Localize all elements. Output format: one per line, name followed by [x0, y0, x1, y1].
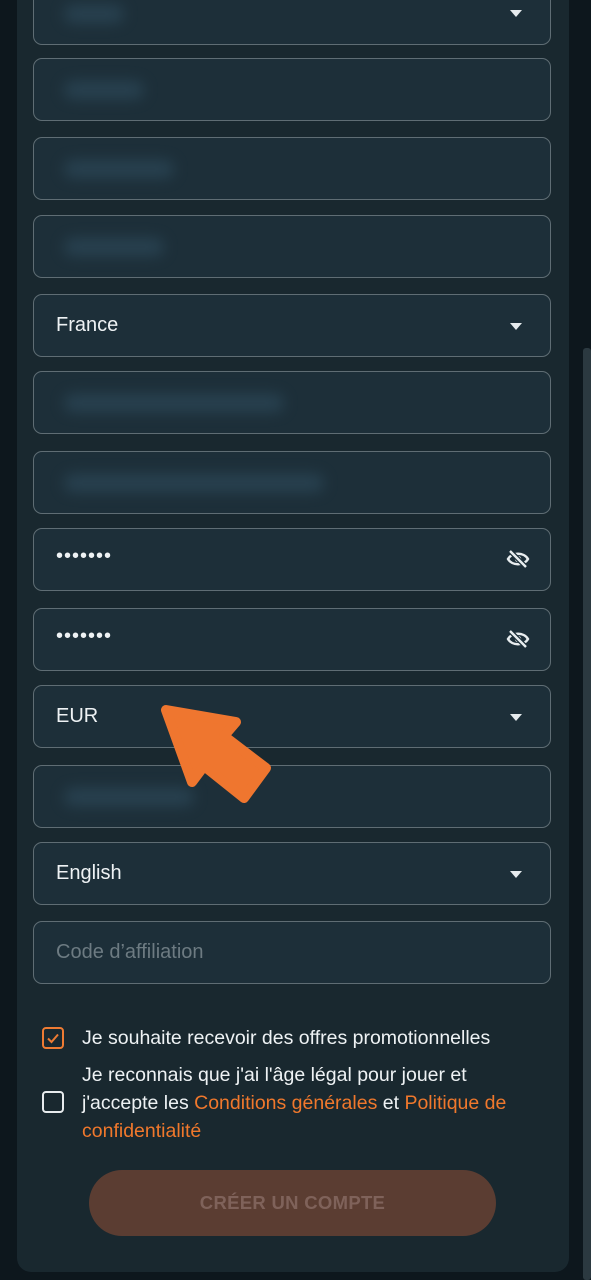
input-field-blurred-6[interactable]: [33, 765, 551, 828]
chevron-down-icon: [510, 714, 522, 721]
affiliate-placeholder: Code d’affiliation: [56, 941, 204, 963]
privacy-link-part1[interactable]: Politique de: [404, 1092, 506, 1114]
currency-value: EUR: [56, 705, 99, 727]
input-field-blurred-1[interactable]: [33, 58, 551, 121]
country-value: France: [56, 314, 119, 336]
legal-label: Je reconnais que j'ai l'âge légal pour j…: [82, 1061, 552, 1145]
country-select[interactable]: France: [33, 294, 551, 357]
promo-label: Je souhaite recevoir des offres promotio…: [82, 1027, 491, 1049]
password-field[interactable]: •••••••: [33, 528, 551, 591]
arrow-pointer-icon: [161, 705, 271, 803]
input-field-blurred-3[interactable]: [33, 215, 551, 278]
legal-and: et: [377, 1092, 405, 1114]
terms-link[interactable]: Conditions générales: [194, 1092, 377, 1114]
input-field-blurred-5[interactable]: [33, 451, 551, 514]
affiliate-code-input[interactable]: Code d’affiliation: [33, 921, 551, 984]
language-select[interactable]: English: [33, 842, 551, 905]
password-confirm-field[interactable]: •••••••: [33, 608, 551, 671]
password-value: •••••••: [56, 545, 113, 567]
language-value: English: [56, 862, 122, 884]
chevron-down-icon: [510, 10, 522, 17]
blurred-value: [64, 81, 144, 99]
blurred-value: [64, 160, 174, 178]
blurred-value: [64, 238, 164, 256]
blurred-value: [64, 474, 324, 492]
legal-prefix: j'accepte les: [82, 1092, 195, 1114]
privacy-link-part2[interactable]: confidentialité: [82, 1120, 201, 1142]
legal-checkbox[interactable]: [42, 1091, 64, 1113]
password-confirm-value: •••••••: [56, 625, 113, 647]
legal-line1: Je reconnais que j'ai l'âge légal pour j…: [82, 1064, 467, 1086]
eye-slash-icon[interactable]: [506, 548, 530, 570]
currency-select[interactable]: EUR: [33, 685, 551, 748]
select-field-top[interactable]: [33, 0, 551, 45]
blurred-value: [64, 394, 284, 412]
input-field-blurred-2[interactable]: [33, 137, 551, 200]
chevron-down-icon: [510, 871, 522, 878]
input-field-blurred-4[interactable]: [33, 371, 551, 434]
check-icon: [47, 1033, 59, 1044]
chevron-down-icon: [510, 323, 522, 330]
scrollbar[interactable]: [583, 348, 591, 1280]
blurred-value: [64, 5, 124, 23]
promo-checkbox[interactable]: [42, 1027, 64, 1049]
create-account-button[interactable]: CRÉER UN COMPTE: [89, 1170, 496, 1236]
eye-slash-icon[interactable]: [506, 628, 530, 650]
